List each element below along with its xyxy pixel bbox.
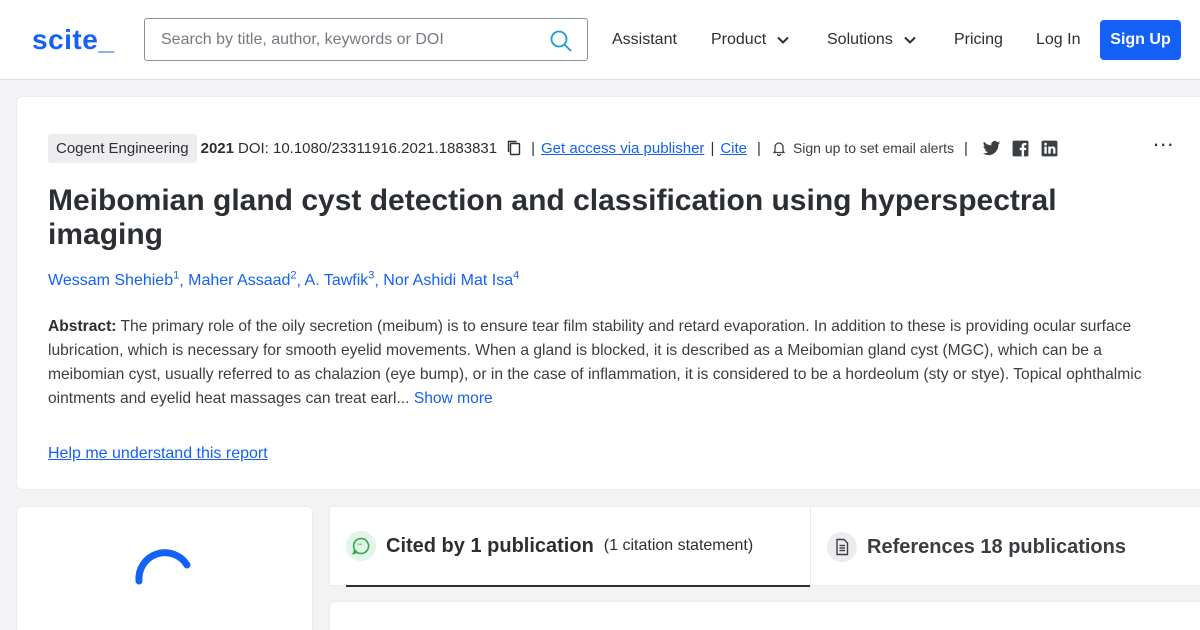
email-alert-label: Sign up to set email alerts bbox=[792, 140, 955, 156]
loading-spinner-icon bbox=[135, 549, 191, 585]
author-link[interactable]: Nor Ashidi Mat Isa4 bbox=[383, 270, 519, 289]
doi-text: DOI: 10.1080/23311916.2021.1883831 bbox=[237, 139, 498, 157]
abstract-text: The primary role of the oily secretion (… bbox=[48, 318, 1142, 407]
tab-cited-by[interactable]: "" Cited by 1 publication (1 citation st… bbox=[346, 507, 810, 587]
login-link[interactable]: Log In bbox=[1036, 31, 1080, 49]
nav-pricing-label: Pricing bbox=[954, 31, 1003, 48]
citation-tabs: "" Cited by 1 publication (1 citation st… bbox=[329, 506, 1200, 587]
journal-badge[interactable]: Cogent Engineering bbox=[48, 133, 197, 163]
signup-button[interactable]: Sign Up bbox=[1100, 20, 1181, 60]
document-icon bbox=[827, 532, 857, 562]
copy-icon[interactable] bbox=[505, 139, 523, 157]
top-header: scite_ Assistant Product Solutions Prici… bbox=[0, 0, 1200, 80]
nav-product-dropdown[interactable]: Product bbox=[711, 31, 790, 49]
nav-solutions-label: Solutions bbox=[827, 31, 893, 48]
access-publisher-link[interactable]: Get access via publisher bbox=[541, 140, 704, 157]
nav-assistant[interactable]: Assistant bbox=[612, 31, 677, 49]
smart-citations-panel bbox=[16, 506, 313, 630]
more-options-icon[interactable]: ... bbox=[1153, 126, 1174, 152]
author-link[interactable]: Maher Assaad2 bbox=[188, 270, 296, 289]
twitter-icon[interactable] bbox=[982, 139, 1001, 158]
search-icon[interactable] bbox=[549, 29, 573, 53]
separator: | bbox=[964, 139, 968, 157]
separator: | bbox=[757, 139, 761, 157]
login-label: Log In bbox=[1036, 31, 1081, 48]
search-box[interactable] bbox=[144, 18, 588, 61]
paper-title: Meibomian gland cyst detection and class… bbox=[48, 184, 1057, 251]
search-input[interactable] bbox=[161, 29, 541, 51]
show-more-link[interactable]: Show more bbox=[414, 390, 493, 407]
separator: | bbox=[710, 139, 715, 157]
nav-solutions-dropdown[interactable]: Solutions bbox=[827, 31, 917, 49]
scite-logo[interactable]: scite_ bbox=[32, 24, 114, 56]
citation-list-card bbox=[329, 601, 1200, 630]
nav-pricing[interactable]: Pricing bbox=[954, 31, 1003, 49]
chevron-down-icon bbox=[777, 36, 789, 44]
svg-text:"": "" bbox=[357, 544, 362, 551]
cited-by-label: Cited by 1 publication bbox=[386, 534, 594, 557]
paper-meta-row: Cogent Engineering 2021 DOI: 10.1080/233… bbox=[48, 132, 1059, 164]
cite-link[interactable]: Cite bbox=[720, 140, 747, 157]
nav-product-label: Product bbox=[711, 31, 767, 48]
separator: | bbox=[531, 139, 536, 157]
social-share bbox=[982, 139, 1059, 158]
author-link[interactable]: A. Tawfik3 bbox=[305, 270, 375, 289]
bell-icon bbox=[772, 142, 786, 156]
citation-statement-count: (1 citation statement) bbox=[603, 537, 754, 554]
nav-assistant-label: Assistant bbox=[612, 31, 677, 48]
email-alert-button[interactable]: Sign up to set email alerts bbox=[771, 140, 954, 156]
help-understand-link[interactable]: Help me understand this report bbox=[48, 445, 268, 463]
abstract-label: Abstract: bbox=[48, 318, 117, 335]
references-label: References 18 publications bbox=[867, 535, 1126, 558]
publication-year: 2021 bbox=[200, 139, 234, 157]
author-link[interactable]: Wessam Shehieb1 bbox=[48, 270, 179, 289]
author-list: Wessam Shehieb1, Maher Assaad2, A. Tawfi… bbox=[48, 270, 520, 290]
tab-references[interactable]: References 18 publications bbox=[810, 507, 1200, 587]
abstract: Abstract: The primary role of the oily s… bbox=[48, 315, 1178, 411]
chevron-down-icon bbox=[904, 36, 916, 44]
linkedin-icon[interactable] bbox=[1040, 139, 1059, 158]
facebook-icon[interactable] bbox=[1011, 139, 1030, 158]
quote-bubble-icon: "" bbox=[346, 531, 376, 561]
